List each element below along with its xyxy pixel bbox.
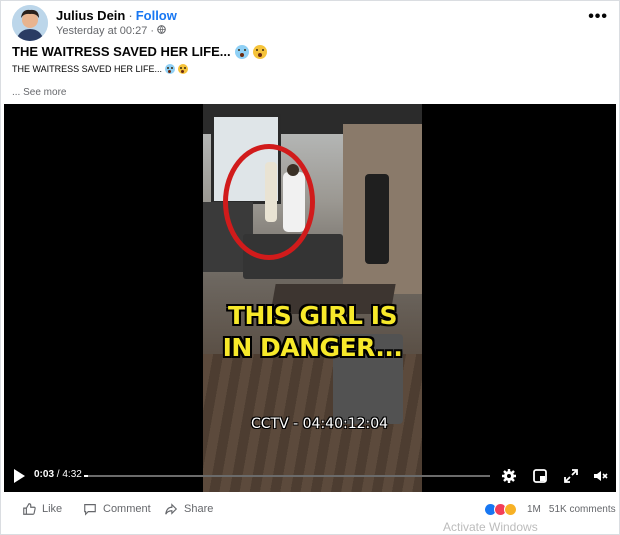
separator-dot: · bbox=[128, 8, 133, 23]
volume-muted-icon[interactable] bbox=[592, 468, 608, 484]
comment-label: Comment bbox=[103, 503, 151, 515]
reaction-icons[interactable] bbox=[484, 503, 517, 516]
seek-bar-progress bbox=[84, 475, 89, 477]
video-time: 0:03 / 4:32 bbox=[34, 469, 82, 480]
share-arrow-icon bbox=[164, 502, 178, 516]
current-time: 0:03 bbox=[34, 469, 55, 480]
scene-waiter bbox=[365, 174, 389, 264]
engagement-counts: 1M 51K comments bbox=[527, 504, 616, 515]
like-button[interactable]: Like bbox=[22, 502, 62, 516]
highlight-circle bbox=[223, 144, 315, 260]
post-title-text: THE WAITRESS SAVED HER LIFE... bbox=[12, 44, 231, 59]
author-line: Julius Dein · Follow bbox=[56, 8, 177, 23]
globe-icon bbox=[157, 25, 166, 37]
caption-line: THIS GIRL IS bbox=[228, 301, 398, 330]
video-caption: THIS GIRL IS IN DANGER... bbox=[203, 300, 422, 364]
picture-in-picture-icon[interactable] bbox=[532, 468, 548, 484]
author-name[interactable]: Julius Dein bbox=[56, 8, 125, 23]
haha-reaction-icon bbox=[504, 503, 517, 516]
play-icon[interactable] bbox=[14, 469, 25, 483]
separator-dot: · bbox=[150, 25, 155, 37]
share-label: Share bbox=[184, 503, 214, 515]
video-controls: 0:03 / 4:32 bbox=[4, 460, 616, 492]
post-body: THE WAITRESS SAVED HER LIFE... bbox=[12, 64, 189, 74]
astonished-face-icon bbox=[178, 64, 189, 74]
see-more-link[interactable]: ... See more bbox=[12, 87, 66, 98]
seek-bar[interactable] bbox=[84, 475, 490, 477]
video-frame: THIS GIRL IS IN DANGER... CCTV - 04:40:1… bbox=[203, 104, 422, 492]
duration: 4:32 bbox=[62, 469, 82, 480]
avatar[interactable] bbox=[12, 5, 48, 41]
caption-line: IN DANGER... bbox=[222, 333, 403, 362]
reaction-count[interactable]: 1M bbox=[527, 504, 541, 515]
comment-button[interactable]: Comment bbox=[83, 502, 151, 516]
cctv-overlay: CCTV - 04:40:12:04 bbox=[251, 416, 389, 432]
post-body-text: THE WAITRESS SAVED HER LIFE... bbox=[12, 64, 163, 74]
thumbs-up-icon bbox=[22, 502, 36, 516]
screaming-face-icon bbox=[165, 64, 176, 74]
screaming-face-icon bbox=[234, 44, 249, 59]
post-title: THE WAITRESS SAVED HER LIFE... bbox=[12, 44, 267, 59]
astonished-face-icon bbox=[252, 44, 267, 59]
fullscreen-icon[interactable] bbox=[563, 468, 579, 484]
video-player[interactable]: THIS GIRL IS IN DANGER... CCTV - 04:40:1… bbox=[4, 104, 616, 492]
post-timestamp[interactable]: Yesterday at 00:27 bbox=[56, 25, 147, 37]
post-actions: Like Comment Share 1M 51K comments bbox=[0, 498, 620, 522]
like-label: Like bbox=[42, 503, 63, 515]
comments-count[interactable]: 51K comments bbox=[549, 504, 616, 515]
activate-windows-watermark: Activate Windows bbox=[443, 520, 538, 534]
speech-bubble-icon bbox=[83, 502, 97, 516]
share-button[interactable]: Share bbox=[164, 502, 213, 516]
more-options-button[interactable]: ••• bbox=[588, 8, 608, 26]
gear-icon[interactable] bbox=[501, 468, 517, 484]
post-timestamp-row: Yesterday at 00:27 · bbox=[56, 25, 166, 37]
follow-button[interactable]: Follow bbox=[136, 8, 177, 23]
